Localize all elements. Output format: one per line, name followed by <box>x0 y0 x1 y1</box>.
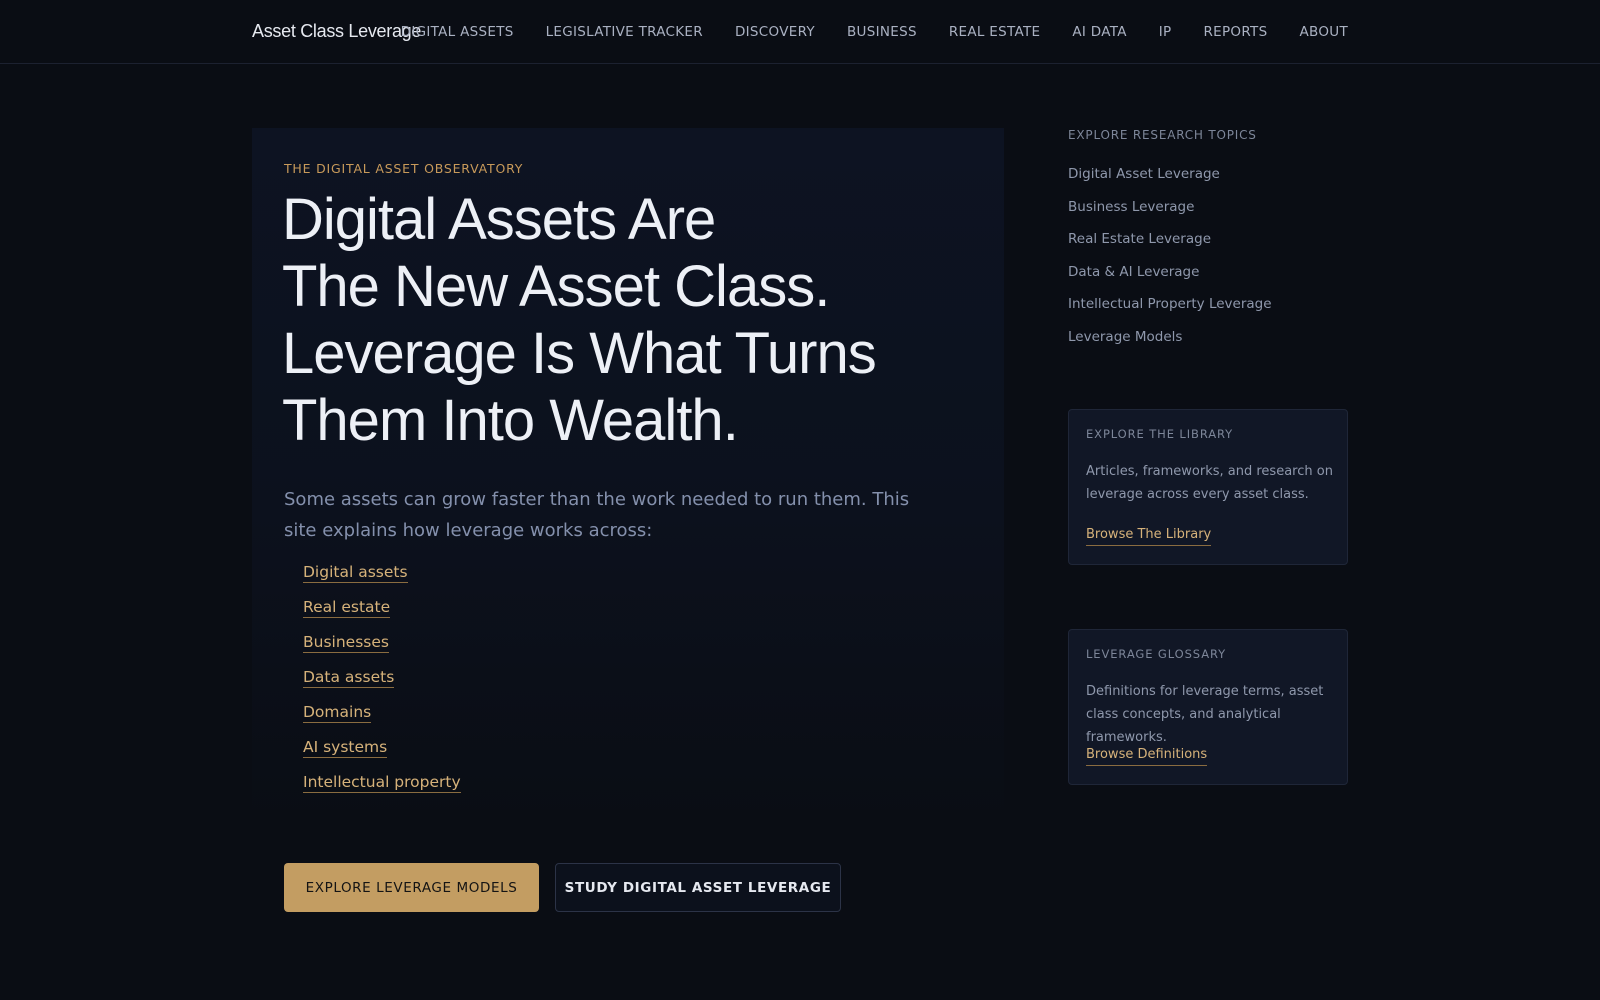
nav-legislative-tracker[interactable]: LEGISLATIVE TRACKER <box>546 24 703 40</box>
hero-intro: Some assets can grow faster than the wor… <box>284 489 910 541</box>
explore-leverage-models-button[interactable]: EXPLORE LEVERAGE MODELS <box>284 863 539 912</box>
nav-reports[interactable]: REPORTS <box>1203 24 1267 40</box>
browse-library-link[interactable]: Browse The Library <box>1086 527 1212 546</box>
list-item: Real estate <box>303 597 461 632</box>
topic-ip-leverage[interactable]: Intellectual Property Leverage <box>1068 296 1272 312</box>
glossary-card-title: LEVERAGE GLOSSARY <box>1086 647 1227 661</box>
topic-real-estate-leverage[interactable]: Real Estate Leverage <box>1068 231 1211 247</box>
brand-logo-link[interactable]: Asset Class Leverage <box>252 21 421 42</box>
topic-leverage-models[interactable]: Leverage Models <box>1068 329 1182 345</box>
study-digital-asset-leverage-button[interactable]: STUDY DIGITAL ASSET LEVERAGE <box>555 863 841 912</box>
asset-class-link-list: Digital assets Real estate Businesses Da… <box>303 562 461 807</box>
list-item: Real Estate Leverage <box>1068 228 1272 261</box>
link-data-assets[interactable]: Data assets <box>303 668 395 688</box>
link-domains[interactable]: Domains <box>303 703 372 723</box>
main-nav: DIGITAL ASSETS LEGISLATIVE TRACKER DISCO… <box>401 24 1348 40</box>
headline-line: Leverage Is What Turns <box>282 321 877 386</box>
link-real-estate[interactable]: Real estate <box>303 598 391 618</box>
list-item: Intellectual property <box>303 772 461 807</box>
library-card-title: EXPLORE THE LIBRARY <box>1086 427 1234 441</box>
browse-definitions-link[interactable]: Browse Definitions <box>1086 747 1208 766</box>
topic-business-leverage[interactable]: Business Leverage <box>1068 199 1194 215</box>
headline-line: Digital Assets Are <box>282 187 716 252</box>
headline-line: The New Asset Class. <box>282 254 830 319</box>
list-item: AI systems <box>303 737 461 772</box>
nav-digital-assets[interactable]: DIGITAL ASSETS <box>401 24 514 40</box>
link-ai-systems[interactable]: AI systems <box>303 738 388 758</box>
nav-business[interactable]: BUSINESS <box>847 24 917 40</box>
list-item: Digital assets <box>303 562 461 597</box>
nav-about[interactable]: ABOUT <box>1299 24 1348 40</box>
link-digital-assets[interactable]: Digital assets <box>303 563 408 583</box>
research-topics-list: Digital Asset Leverage Business Leverage… <box>1068 163 1272 358</box>
library-card: EXPLORE THE LIBRARY Articles, frameworks… <box>1068 409 1348 565</box>
list-item: Leverage Models <box>1068 326 1272 359</box>
topic-digital-asset-leverage[interactable]: Digital Asset Leverage <box>1068 166 1220 182</box>
list-item: Data assets <box>303 667 461 702</box>
list-item: Intellectual Property Leverage <box>1068 293 1272 326</box>
glossary-card-description: Definitions for leverage terms, asset cl… <box>1086 684 1324 745</box>
nav-ip[interactable]: IP <box>1159 24 1172 40</box>
list-item: Data & AI Leverage <box>1068 261 1272 294</box>
site-header: Asset Class Leverage DIGITAL ASSETS LEGI… <box>0 0 1600 64</box>
nav-discovery[interactable]: DISCOVERY <box>735 24 815 40</box>
list-item: Businesses <box>303 632 461 667</box>
nav-real-estate[interactable]: REAL ESTATE <box>949 24 1041 40</box>
hero-panel: THE DIGITAL ASSET OBSERVATORY Digital As… <box>252 128 1004 828</box>
headline-line: Them Into Wealth. <box>282 388 739 453</box>
research-topics-title: EXPLORE RESEARCH TOPICS <box>1068 128 1257 142</box>
topic-data-ai-leverage[interactable]: Data & AI Leverage <box>1068 264 1199 280</box>
hero-headline: Digital Assets Are The New Asset Class. … <box>282 186 982 454</box>
link-intellectual-property[interactable]: Intellectual property <box>303 773 461 793</box>
list-item: Business Leverage <box>1068 196 1272 229</box>
hero-eyebrow: THE DIGITAL ASSET OBSERVATORY <box>284 161 524 176</box>
glossary-card: LEVERAGE GLOSSARY Definitions for levera… <box>1068 629 1348 785</box>
list-item: Domains <box>303 702 461 737</box>
nav-ai-data[interactable]: AI DATA <box>1072 24 1126 40</box>
library-card-description: Articles, frameworks, and research on le… <box>1086 464 1333 502</box>
link-businesses[interactable]: Businesses <box>303 633 389 653</box>
list-item: Digital Asset Leverage <box>1068 163 1272 196</box>
